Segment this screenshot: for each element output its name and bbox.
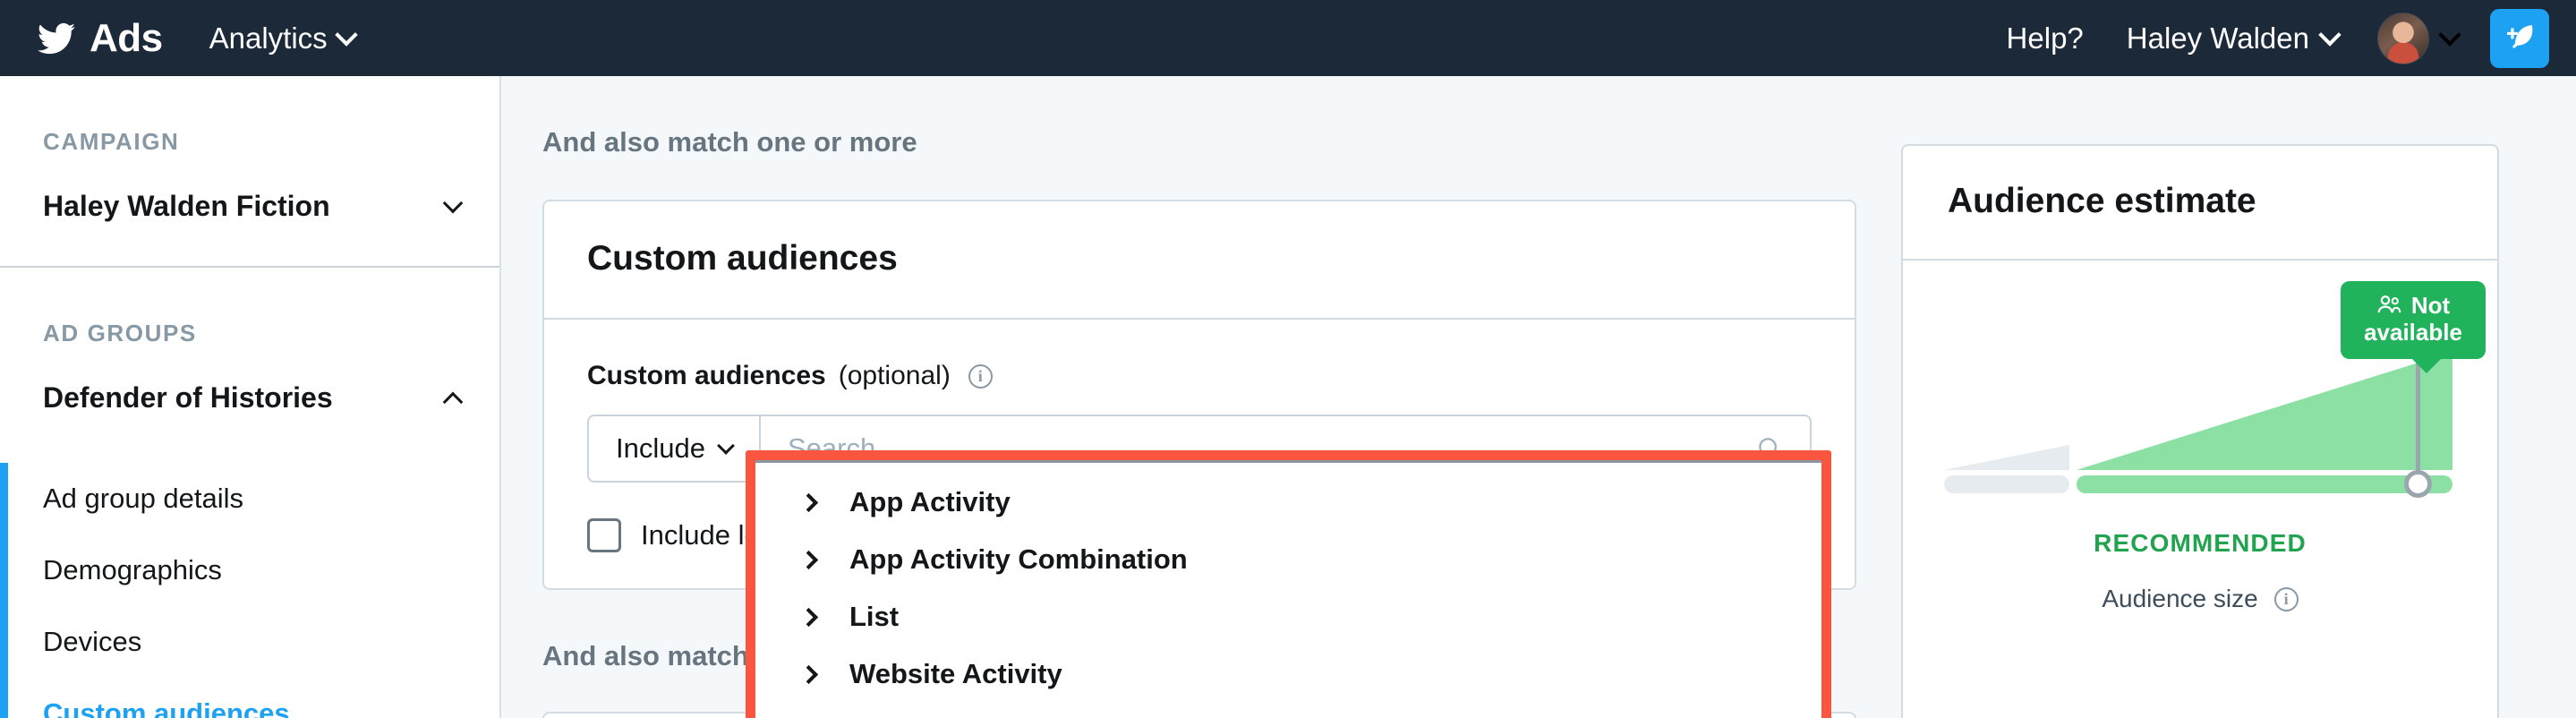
help-link[interactable]: Help?	[2007, 21, 2084, 56]
avatar	[2377, 13, 2429, 64]
sidebar-item-devices[interactable]: Devices	[9, 606, 499, 678]
sidebar-nav-list: Ad group details Demographics Devices Cu…	[0, 463, 499, 718]
audience-estimate-card: Audience estimate	[1901, 144, 2499, 718]
audience-size-gauge: Not available	[1944, 357, 2456, 500]
section-heading-bottom-visible: And also match o	[542, 640, 773, 671]
audience-estimate-body: Not available RECOMMENDED Audience size …	[1903, 357, 2497, 718]
people-icon	[2376, 294, 2403, 317]
analytics-menu[interactable]: Analytics	[209, 21, 354, 56]
info-icon[interactable]: i	[968, 364, 993, 389]
account-name-label: Haley Walden	[2127, 21, 2309, 56]
tooltip-text-line2: available	[2362, 319, 2464, 346]
analytics-label: Analytics	[209, 21, 328, 56]
brand-label: Ads	[90, 16, 163, 61]
right-panel: Audience estimate	[1901, 76, 2576, 718]
audience-size-label: Audience size	[2102, 585, 2257, 613]
audience-estimate-tooltip: Not available	[2341, 281, 2486, 359]
include-lookalikes-checkbox[interactable]	[587, 518, 621, 552]
ad-groups-section-label: AD GROUPS	[0, 268, 499, 347]
chevron-down-icon	[335, 23, 357, 46]
chevron-down-icon	[2438, 23, 2461, 46]
tooltip-arrow	[2410, 357, 2443, 373]
include-exclude-select[interactable]: Include	[589, 416, 761, 481]
sidebar-item-ad-group-details[interactable]: Ad group details	[9, 463, 499, 534]
active-section-accent-bar	[0, 463, 8, 718]
gauge-recommended-wedge	[2077, 352, 2452, 470]
chevron-up-icon	[443, 391, 464, 412]
compose-feather-plus-icon	[2502, 21, 2538, 56]
gauge-inactive-wedge	[1944, 445, 2069, 470]
info-icon[interactable]: i	[2274, 587, 2299, 611]
ads-audience-page: Ads Analytics Help? Haley Walden	[0, 0, 2576, 718]
ad-group-name-label: Defender of Histories	[43, 381, 333, 415]
field-label-bold: Custom audiences	[587, 361, 826, 391]
sidebar-item-custom-audiences[interactable]: Custom audiences	[9, 678, 499, 718]
chevron-down-icon	[717, 437, 735, 455]
section-heading-top: And also match one or more	[503, 76, 1896, 158]
tooltip-text-line1: Not	[2411, 292, 2450, 320]
card-title: Custom audiences	[544, 201, 1855, 320]
status-badge: RECOMMENDED	[1903, 529, 2497, 558]
dropdown-highlight-annotation	[746, 450, 1831, 718]
gauge-recommended-bar	[2077, 475, 2452, 493]
gauge-marker-handle[interactable]	[2404, 470, 2432, 498]
avatar-menu[interactable]	[2377, 13, 2458, 64]
chevron-down-icon	[2318, 23, 2341, 46]
sidebar-item-demographics[interactable]: Demographics	[9, 534, 499, 606]
chevron-down-icon	[443, 192, 464, 213]
topbar-right-group: Help? Haley Walden	[2007, 9, 2549, 68]
custom-audiences-field-label: Custom audiences (optional) i	[587, 361, 1812, 391]
gauge-inactive-bar	[1944, 475, 2069, 493]
compose-button[interactable]	[2490, 9, 2549, 68]
left-sidebar: CAMPAIGN Haley Walden Fiction AD GROUPS …	[0, 76, 501, 718]
include-select-value: Include	[616, 432, 705, 465]
campaign-name-label: Haley Walden Fiction	[43, 190, 330, 223]
audience-estimate-title: Audience estimate	[1903, 146, 2497, 261]
account-menu[interactable]: Haley Walden	[2127, 21, 2338, 56]
twitter-bird-icon	[34, 20, 79, 57]
tooltip-line-1: Not	[2362, 292, 2464, 320]
audience-size-footer: Audience size i	[1903, 585, 2497, 613]
campaign-section-label: CAMPAIGN	[0, 76, 499, 156]
brand-group[interactable]: Ads	[34, 16, 163, 61]
ad-group-selector[interactable]: Defender of Histories	[0, 347, 499, 457]
field-label-optional: (optional)	[839, 361, 951, 391]
top-navigation-bar: Ads Analytics Help? Haley Walden	[0, 0, 2576, 76]
campaign-selector[interactable]: Haley Walden Fiction	[0, 156, 499, 266]
